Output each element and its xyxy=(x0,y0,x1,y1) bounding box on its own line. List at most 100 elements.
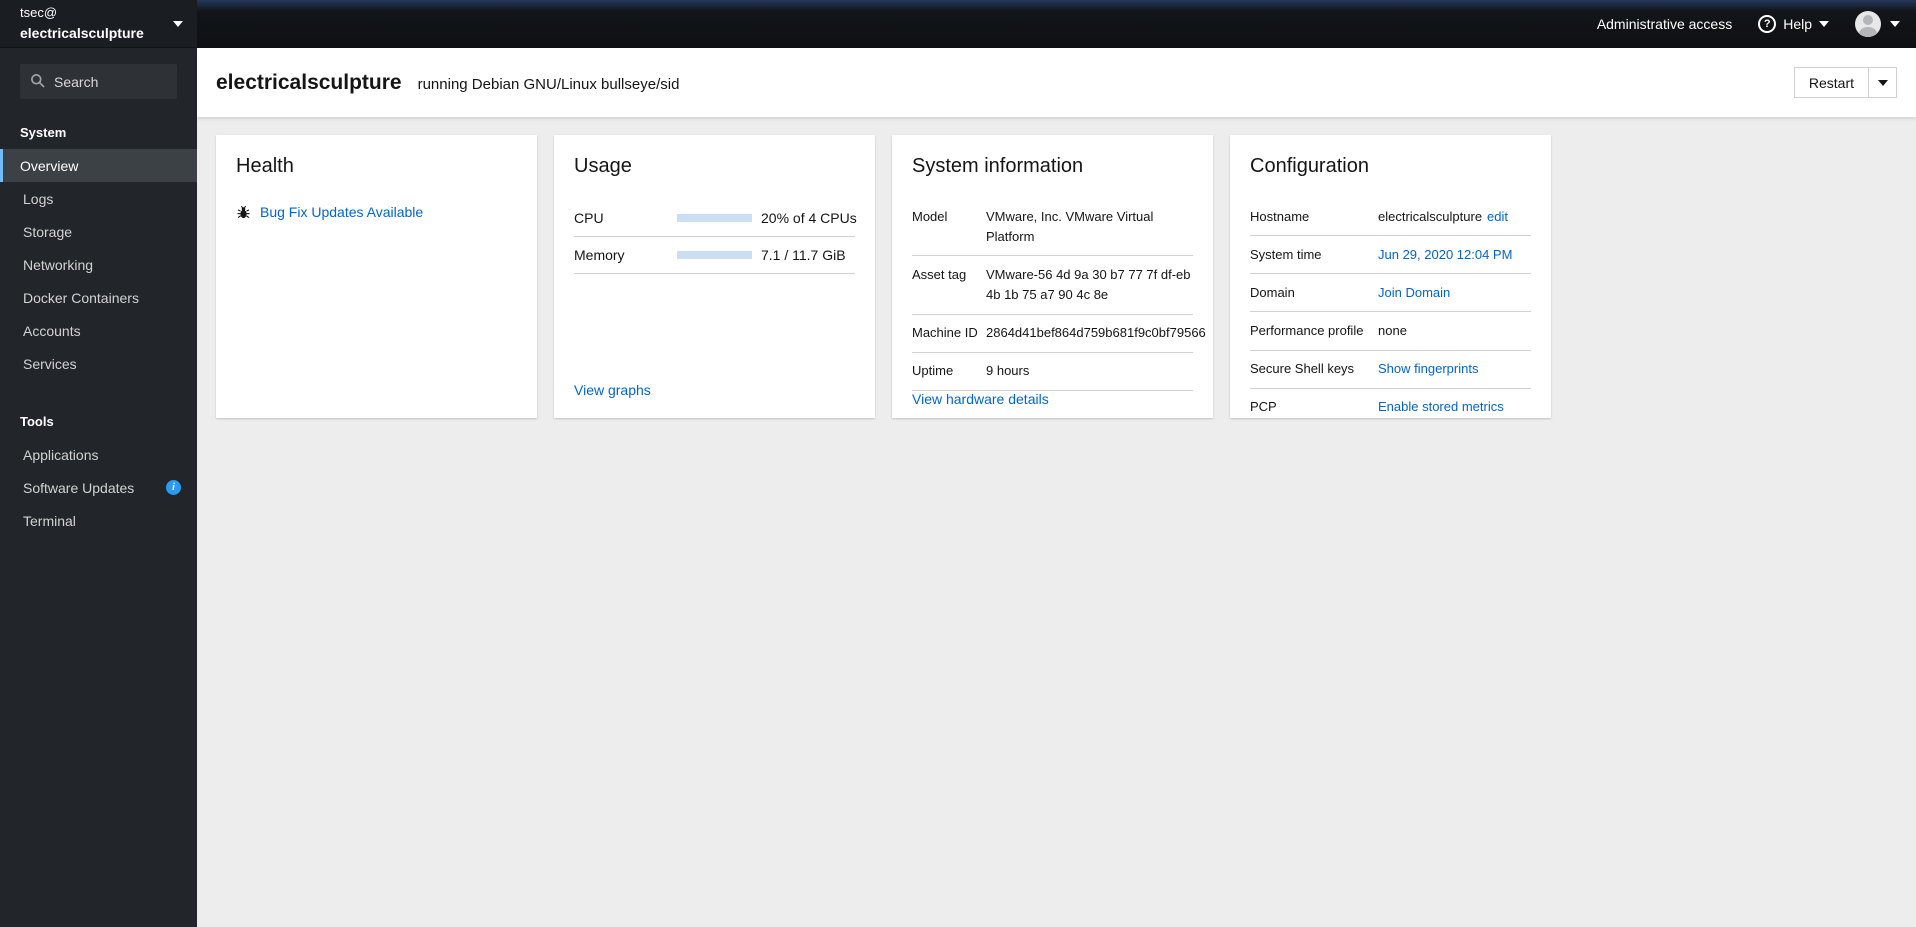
model-value: VMware, Inc. VMware Virtual Platform xyxy=(986,208,1154,244)
sidebar-item-storage[interactable]: Storage xyxy=(0,215,197,248)
table-row: Secure Shell keys Show fingerprints xyxy=(1250,351,1531,389)
sidebar-item-services[interactable]: Services xyxy=(0,347,197,380)
configuration-table: Hostname electricalsculpture edit System … xyxy=(1250,198,1531,426)
hostname-label: Hostname xyxy=(1250,208,1310,224)
machine-id-value: 2864d41bef864d759b681f9c0bf79566 xyxy=(986,325,1206,341)
table-row: Model VMware, Inc. VMware Virtual Platfo… xyxy=(912,198,1193,257)
memory-label: Memory xyxy=(574,247,625,263)
usage-card-title: Usage xyxy=(574,155,632,177)
domain-value: Join Domain xyxy=(1378,283,1531,303)
os-subtitle: running Debian GNU/Linux bullseye/sid xyxy=(417,75,680,93)
help-menu[interactable]: ? Help xyxy=(1758,15,1829,33)
table-row: Machine ID 2864d41bef864d759b681f9c0bf79… xyxy=(912,315,1206,353)
configuration-title: Configuration xyxy=(1250,155,1369,177)
secure-shell-keys-value: Show fingerprints xyxy=(1378,359,1531,379)
show-fingerprints-link[interactable]: Show fingerprints xyxy=(1378,361,1478,376)
system-information-table: Model VMware, Inc. VMware Virtual Platfo… xyxy=(912,198,1206,391)
administrative-access-button[interactable]: Administrative access xyxy=(1597,16,1732,32)
table-row: System time Jun 29, 2020 12:04 PM xyxy=(1250,236,1531,275)
app-shell: tsec@ electricalsculpture System Overvie… xyxy=(0,0,1916,927)
logged-in-user: tsec@ xyxy=(20,4,58,20)
info-icon: i xyxy=(166,480,181,495)
bug-fix-updates-link[interactable]: Bug Fix Updates Available xyxy=(260,204,423,220)
search-icon xyxy=(31,74,45,88)
avatar xyxy=(1855,11,1881,37)
system-time-value: Jun 29, 2020 12:04 PM xyxy=(1378,245,1531,265)
health-card-title: Health xyxy=(236,155,294,177)
table-row: Performance profile none xyxy=(1250,312,1531,351)
restart-button[interactable]: Restart xyxy=(1795,68,1868,97)
search-box[interactable] xyxy=(20,64,177,99)
nav-section-tools: Tools xyxy=(20,414,54,429)
sidebar-item-label: Services xyxy=(23,355,77,372)
nav-section-system: System xyxy=(20,125,67,140)
join-domain-link[interactable]: Join Domain xyxy=(1378,285,1450,300)
asset-tag-label: Asset tag xyxy=(912,266,967,282)
sidebar-item-accounts[interactable]: Accounts xyxy=(0,314,197,347)
table-row: Domain Join Domain xyxy=(1250,274,1531,313)
table-row: Uptime 9 hours xyxy=(912,353,1193,391)
memory-usage-value: 7.1 / 11.7 GiB xyxy=(761,247,846,263)
user-menu[interactable] xyxy=(1855,11,1900,37)
page-title-group: electricalsculpture running Debian GNU/L… xyxy=(216,71,679,95)
usage-row-memory: Memory 7.1 / 11.7 GiB xyxy=(574,237,855,274)
machine-id-label: Machine ID xyxy=(912,325,978,341)
enable-stored-metrics-link[interactable]: Enable stored metrics xyxy=(1378,399,1504,414)
chevron-down-icon xyxy=(173,20,183,27)
hostname-text: electricalsculpture xyxy=(1378,208,1483,224)
performance-profile-label: Performance profile xyxy=(1250,322,1364,338)
secure-shell-keys-label: Secure Shell keys xyxy=(1250,361,1355,377)
masthead: Administrative access ? Help xyxy=(197,0,1916,48)
main-area: Administrative access ? Help electricals… xyxy=(197,0,1916,927)
chevron-down-icon xyxy=(1877,79,1888,86)
sidebar-item-applications[interactable]: Applications xyxy=(0,438,197,471)
cards-row: Health Bug Fix Updates Available Usage C… xyxy=(216,135,1897,418)
help-label: Help xyxy=(1783,16,1812,32)
model-label: Model xyxy=(912,208,948,224)
performance-profile-value: none xyxy=(1378,322,1407,338)
help-icon: ? xyxy=(1758,15,1777,33)
system-time-label: System time xyxy=(1250,246,1322,262)
content-body: Health Bug Fix Updates Available Usage C… xyxy=(197,117,1916,927)
hostname-value: electricalsculpture edit xyxy=(1378,207,1531,227)
sidebar-item-label: Docker Containers xyxy=(23,289,139,306)
page-title: electricalsculpture xyxy=(216,70,402,94)
health-updates-item: Bug Fix Updates Available xyxy=(236,204,517,220)
health-card: Health Bug Fix Updates Available xyxy=(216,135,537,418)
sidebar-item-label: Terminal xyxy=(23,512,76,529)
sidebar-item-overview[interactable]: Overview xyxy=(0,149,197,182)
cpu-usage-value: 20% of 4 CPUs xyxy=(761,210,857,226)
system-information-title: System information xyxy=(912,155,1084,177)
pcp-value: Enable stored metrics xyxy=(1378,397,1531,417)
uptime-label: Uptime xyxy=(912,363,954,379)
sidebar-item-label: Networking xyxy=(23,256,94,273)
sidebar-item-terminal[interactable]: Terminal xyxy=(0,504,197,537)
cpu-progress-bar xyxy=(677,214,752,222)
restart-dropdown-toggle[interactable] xyxy=(1868,68,1896,97)
sidebar-item-label: Logs xyxy=(23,190,54,207)
sidebar-item-logs[interactable]: Logs xyxy=(0,182,197,215)
table-row: Asset tag VMware-56 4d 9a 30 b7 77 7f df… xyxy=(912,256,1193,315)
view-hardware-details-link[interactable]: View hardware details xyxy=(912,391,1193,407)
pcp-label: PCP xyxy=(1250,399,1277,415)
sidebar-item-label: Overview xyxy=(20,157,79,174)
configuration-card: Configuration Hostname electricalsculptu… xyxy=(1230,135,1551,418)
system-time-link[interactable]: Jun 29, 2020 12:04 PM xyxy=(1378,247,1512,262)
system-information-card: System information Model VMware, Inc. VM… xyxy=(892,135,1213,418)
usage-table: CPU 20% of 4 CPUs Memory 7.1 / 11.7 GiB xyxy=(574,200,857,274)
chevron-down-icon xyxy=(1890,21,1900,27)
sidebar-item-label: Storage xyxy=(23,223,73,240)
sidebar-item-label: Accounts xyxy=(23,322,81,339)
sidebar-nav: System Overview Logs Storage Networking … xyxy=(0,105,197,927)
domain-label: Domain xyxy=(1250,284,1295,300)
chevron-down-icon xyxy=(1819,21,1829,27)
sidebar: tsec@ electricalsculpture System Overvie… xyxy=(0,0,197,927)
view-graphs-link[interactable]: View graphs xyxy=(574,382,855,398)
host-switcher[interactable]: tsec@ electricalsculpture xyxy=(0,0,197,48)
edit-hostname-link[interactable]: edit xyxy=(1487,209,1508,224)
sidebar-item-networking[interactable]: Networking xyxy=(0,248,197,281)
memory-progress-bar xyxy=(677,251,752,259)
sidebar-item-docker-containers[interactable]: Docker Containers xyxy=(0,281,197,314)
asset-tag-value: VMware-56 4d 9a 30 b7 77 7f df-eb 4b 1b … xyxy=(986,266,1191,302)
sidebar-item-software-updates[interactable]: Software Updates i xyxy=(0,471,197,504)
